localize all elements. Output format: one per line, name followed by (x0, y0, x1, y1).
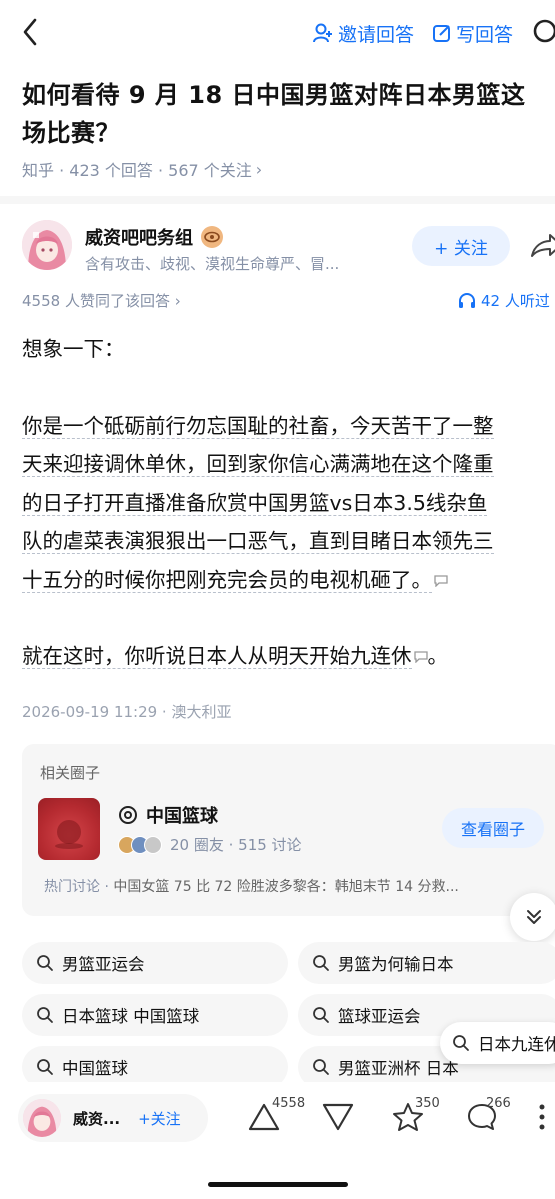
basketball-image (55, 820, 83, 849)
bottom-follow-button[interactable]: +关注 (138, 1108, 181, 1129)
avatar-illustration (22, 220, 72, 270)
downvote-triangle-icon (322, 1103, 354, 1131)
comment-bubble-icon[interactable] (434, 574, 448, 587)
top-bar: 邀请回答 写回答 (0, 0, 555, 64)
search-icon (37, 955, 53, 971)
listen-button[interactable]: 42 人听过 (458, 290, 550, 311)
search-icon (37, 1059, 53, 1075)
paragraph-2-line[interactable]: 天来迎接调休单休，回到家你信心满满地在这个隆重 (22, 452, 494, 477)
paragraph-2-line[interactable]: 的日子打开直播准备欣赏中国男篮vs日本3.5线杂鱼 (22, 490, 488, 516)
search-button[interactable] (531, 18, 555, 48)
paragraph-2-line[interactable]: 队的虐菜表演狠狠出一口恶气，直到目睹日本领先三 (22, 529, 494, 554)
headphones-icon (459, 292, 475, 308)
search-chip-label: 男篮亚运会 (62, 955, 145, 974)
bottom-author-name: 威资... (73, 1109, 121, 1128)
paragraph-3-end: 。 (427, 644, 449, 668)
follow-button[interactable]: + 关注 (412, 226, 510, 266)
upvote-count: 4558 (272, 1096, 306, 1111)
section-divider (0, 196, 555, 204)
invite-answer-label: 邀请回答 (337, 23, 414, 46)
comment-count: 266 (486, 1096, 511, 1111)
search-icon (313, 1059, 329, 1075)
author-name[interactable]: 威资吧吧务组 (85, 224, 223, 250)
listen-count: 42 人听过 (481, 292, 550, 310)
paragraph-2-line[interactable]: 十五分的时候你把刚充完会员的电视机砸了。 (22, 567, 432, 593)
home-indicator (208, 1182, 348, 1187)
chevron-left-icon (23, 18, 37, 46)
favorite-count: 350 (415, 1096, 440, 1111)
search-icon (313, 1007, 329, 1023)
member-avatars (118, 835, 162, 854)
search-icon (453, 1035, 469, 1051)
publish-meta: 2026-09-19 11:29 · 澳大利亚 (22, 703, 232, 721)
search-chip-label: 篮球亚运会 (338, 1007, 421, 1026)
paragraph-2: 你是一个砥砺前行勿忘国耻的社畜，今天苦干了一整 天来迎接调休单休，回到家你信心满… (22, 407, 555, 600)
search-chip[interactable]: 男篮为何输日本 (298, 942, 555, 984)
downvote-button[interactable] (322, 1102, 354, 1136)
write-answer-label: 写回答 (455, 23, 513, 46)
search-chip-label: 日本篮球 中国篮球 (62, 1007, 200, 1026)
share-icon (531, 234, 555, 257)
share-button[interactable] (528, 230, 555, 264)
author-avatar[interactable] (22, 220, 72, 270)
back-button[interactable] (14, 14, 46, 50)
edit-icon (432, 25, 450, 42)
circle-icon (119, 806, 137, 824)
hot-discussion-label: 热门讨论 · (44, 879, 114, 895)
answer-content: 想象一下： 你是一个砥砺前行勿忘国耻的社畜，今天苦干了一整 天来迎接调休单休，回… (22, 330, 555, 714)
related-circle-title: 相关圈子 (40, 764, 101, 782)
avatar-illustration (23, 1099, 61, 1137)
more-vertical-icon (539, 1104, 545, 1130)
search-icon (313, 955, 329, 971)
search-chip-label: 男篮为何输日本 (338, 955, 454, 974)
search-chip[interactable]: 日本篮球 中国篮球 (22, 994, 288, 1036)
chevron-right-icon: › (255, 159, 263, 179)
search-chip[interactable]: 男篮亚运会 (22, 942, 288, 984)
invite-user-icon (312, 23, 332, 43)
question-meta-text: 知乎 · 423 个回答 · 567 个关注 (22, 161, 252, 180)
agree-count[interactable]: 4558 人赞同了该回答 › (22, 290, 181, 311)
paragraph-2-line[interactable]: 你是一个砥砺前行勿忘国耻的社畜，今天苦干了一整 (22, 413, 494, 439)
bottom-author-avatar[interactable] (23, 1099, 61, 1137)
author-description: 含有攻击、歧视、漠视生命尊严、冒... (85, 255, 340, 273)
question-title[interactable]: 如何看待 9 月 18 日中国男篮对阵日本男篮这场比赛？ (22, 76, 542, 152)
bottom-author[interactable]: 威资... +关注 (18, 1094, 208, 1142)
circle-name[interactable]: 中国篮球 (118, 802, 218, 828)
double-chevron-down-icon (527, 910, 541, 924)
paragraph-3: 就在这时，你听说日本人从明天开始九连休。 (22, 637, 555, 676)
search-chip-label: 中国篮球 (62, 1059, 128, 1078)
circle-name-text: 中国篮球 (146, 806, 218, 827)
search-chip-label: 日本九连休 (478, 1035, 555, 1054)
view-circle-button[interactable]: 查看圈子 (442, 808, 544, 848)
related-circle-card: 相关圈子 中国篮球 20 圈友 · 515 讨论 查看圈子 热门讨论 · 中国女… (22, 744, 555, 916)
author-name-text: 威资吧吧务组 (85, 228, 193, 249)
search-chip-floating[interactable]: 日本九连休 (440, 1022, 555, 1064)
author-row: 威资吧吧务组 含有攻击、歧视、漠视生命尊严、冒... + 关注 (22, 220, 555, 276)
search-chip-label: 男篮亚洲杯 日本 (338, 1059, 459, 1078)
badge-eye-icon (201, 226, 223, 248)
search-icon (37, 1007, 53, 1023)
paragraph-1: 想象一下： (22, 337, 125, 361)
circle-stats-text: 20 圈友 · 515 讨论 (170, 836, 302, 854)
search-icon (533, 19, 555, 43)
question-meta[interactable]: 知乎 · 423 个回答 · 567 个关注 › (22, 157, 266, 181)
write-answer-button[interactable]: 写回答 (432, 20, 513, 47)
circle-stats: 20 圈友 · 515 讨论 (118, 834, 302, 855)
more-button[interactable] (536, 1102, 548, 1136)
circle-thumbnail[interactable] (38, 798, 100, 860)
hot-discussion[interactable]: 热门讨论 · 中国女篮 75 比 72 险胜波多黎各：韩旭末节 14 分救... (44, 876, 544, 896)
paragraph-3-text[interactable]: 就在这时，你听说日本人从明天开始九连休 (22, 644, 412, 669)
comment-bubble-icon[interactable] (413, 651, 428, 663)
hot-discussion-text: 中国女篮 75 比 72 险胜波多黎各：韩旭末节 14 分救... (113, 879, 459, 895)
collapse-button[interactable] (510, 893, 555, 941)
invite-answer-button[interactable]: 邀请回答 (312, 20, 414, 47)
